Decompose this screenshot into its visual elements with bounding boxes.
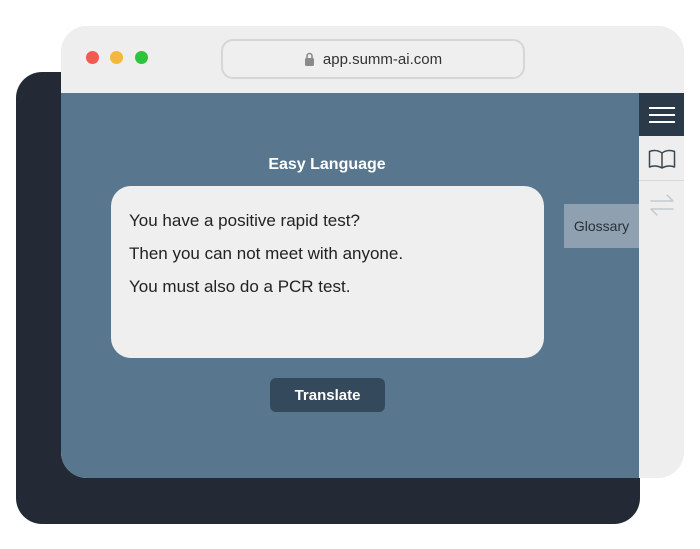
browser-titlebar: app.summ-ai.com — [61, 26, 684, 93]
browser-window: app.summ-ai.com Easy Language You have a… — [61, 26, 684, 478]
output-line: Then you can not meet with anyone. — [129, 244, 404, 263]
address-bar[interactable]: app.summ-ai.com — [221, 39, 525, 79]
menu-icon — [648, 106, 675, 123]
glossary-button[interactable] — [639, 137, 684, 181]
swap-button[interactable] — [639, 185, 684, 225]
window-minimize-button[interactable] — [110, 51, 123, 64]
glossary-tooltip: Glossary — [564, 204, 639, 248]
output-line: You have a positive rapid test? — [129, 211, 360, 230]
lock-icon — [304, 52, 314, 66]
output-line: You must also do a PCR test. — [129, 277, 351, 296]
translate-button[interactable]: Translate — [270, 378, 385, 412]
window-maximize-button[interactable] — [135, 51, 148, 64]
main-content: Easy Language You have a positive rapid … — [61, 93, 639, 478]
book-icon — [648, 149, 675, 169]
menu-button[interactable] — [639, 93, 684, 136]
easy-language-output[interactable]: You have a positive rapid test? Then you… — [111, 186, 544, 358]
swap-arrows-icon — [649, 194, 674, 216]
section-title: Easy Language — [268, 156, 386, 173]
right-sidebar — [639, 93, 684, 478]
window-close-button[interactable] — [86, 51, 99, 64]
address-bar-url: app.summ-ai.com — [322, 50, 443, 68]
